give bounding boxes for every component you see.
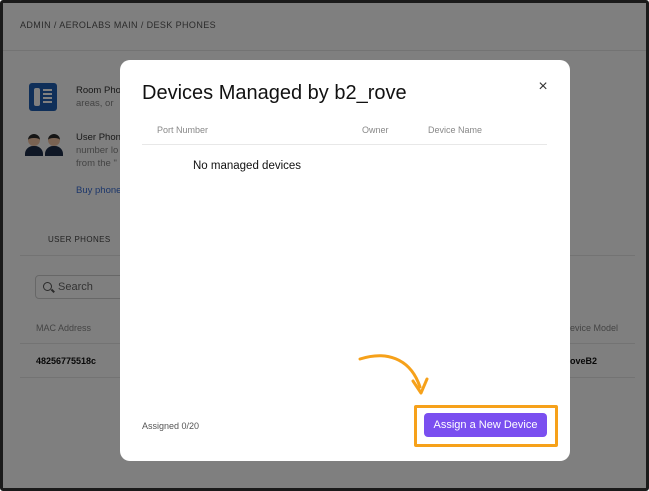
table-header-divider: [142, 144, 547, 145]
empty-state-message: No managed devices: [193, 160, 302, 172]
annotation-arrow-icon: [358, 354, 429, 395]
column-header-port-number: Port Number: [157, 125, 209, 135]
app-window: ADMIN / AEROLABS MAIN / DESK PHONES Room…: [0, 0, 649, 491]
close-button[interactable]: ×: [534, 78, 552, 96]
dialog-title: Devices Managed by b2_rove: [142, 82, 407, 104]
column-header-owner: Owner: [362, 125, 389, 135]
assigned-count: Assigned 0/20: [142, 421, 200, 431]
highlight-annotation: [414, 405, 558, 447]
devices-managed-dialog: Devices Managed by b2_rove × Port Number…: [120, 60, 570, 461]
column-header-device-name: Device Name: [428, 125, 483, 135]
